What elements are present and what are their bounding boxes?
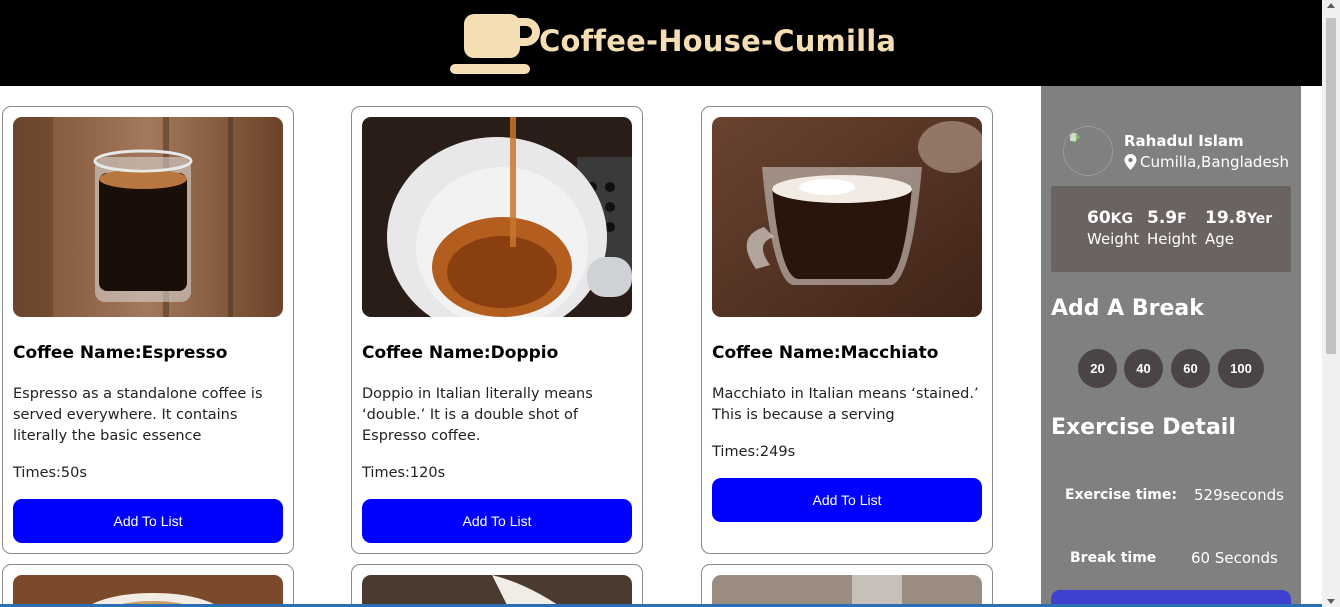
break-time-value: 60 Seconds [1191, 549, 1278, 567]
break-time-label: Break time [1070, 550, 1157, 566]
coffee-card [2, 564, 294, 607]
scroll-thumb[interactable] [1326, 18, 1336, 354]
break-option-40[interactable]: 40 [1124, 349, 1163, 388]
sidebar: Rahadul Islam Cumilla,Bangladesh 60KG We… [1041, 86, 1301, 607]
site-title: Coffee-House-Cumilla [539, 24, 897, 58]
coffee-name: Coffee Name:Espresso [13, 343, 228, 363]
coffee-card-doppio: Coffee Name:Doppio Doppio in Italian lit… [351, 106, 643, 554]
user-name: Rahadul Islam [1124, 132, 1244, 150]
avatar [1063, 126, 1113, 176]
coffee-name: Coffee Name:Doppio [362, 343, 559, 363]
coffee-time: Times:120s [362, 465, 446, 481]
coffee-time: Times:249s [712, 444, 796, 460]
break-option-60[interactable]: 60 [1171, 349, 1210, 388]
user-location-text: Cumilla,Bangladesh [1140, 153, 1289, 171]
add-break-title: Add A Break [1051, 296, 1204, 321]
stat-unit: F [1177, 211, 1187, 227]
coffee-card [351, 564, 643, 607]
site-header: Coffee-House-Cumilla [0, 0, 1322, 86]
coffee-cup-icon [450, 14, 540, 74]
stat-value: 60 [1087, 208, 1111, 228]
add-to-list-button[interactable]: Add To List [712, 478, 982, 522]
stat-age: 19.8Yer Age [1205, 208, 1272, 248]
coffee-description: Espresso as a standalone coffee is serve… [13, 386, 263, 444]
break-option-100[interactable]: 100 [1218, 349, 1264, 388]
stat-value: 5.9 [1147, 208, 1178, 228]
stat-height: 5.9F Height [1147, 208, 1197, 248]
user-location: Cumilla,Bangladesh [1124, 153, 1289, 171]
coffee-name: Coffee Name:Macchiato [712, 343, 939, 363]
scroll-up-arrow-icon[interactable] [1327, 3, 1335, 8]
coffee-description: Doppio in Italian literally means ‘doubl… [362, 386, 593, 444]
coffee-image-doppio [362, 117, 632, 317]
scroll-down-arrow-icon[interactable] [1327, 599, 1335, 604]
profile-stats: 60KG Weight 5.9F Height 19.8Yer Age [1051, 186, 1291, 272]
exercise-time-value: 529seconds [1194, 486, 1284, 504]
stat-value: 19.8 [1205, 208, 1247, 228]
stat-label: Height [1147, 230, 1197, 248]
stat-weight: 60KG Weight [1087, 208, 1139, 248]
coffee-time: Times:50s [13, 465, 87, 481]
coffee-description: Macchiato in Italian means ‘stained.’ Th… [712, 386, 979, 423]
coffee-card-macchiato: Coffee Name:Macchiato Macchiato in Itali… [701, 106, 993, 554]
break-option-20[interactable]: 20 [1078, 349, 1117, 388]
stat-unit: Yer [1246, 211, 1273, 227]
stat-label: Weight [1087, 230, 1140, 248]
coffee-image [13, 575, 283, 607]
vertical-scrollbar[interactable] [1322, 0, 1340, 607]
exercise-time-label: Exercise time: [1065, 487, 1177, 503]
coffee-card-espresso: Coffee Name:Espresso Espresso as a stand… [2, 106, 294, 554]
coffee-image-espresso [13, 117, 283, 317]
add-to-list-button[interactable]: Add To List [362, 499, 632, 543]
exercise-detail-title: Exercise Detail [1051, 415, 1236, 440]
coffee-image-macchiato [712, 117, 982, 317]
add-to-list-button[interactable]: Add To List [13, 499, 283, 543]
location-pin-icon [1124, 154, 1137, 170]
coffee-image [362, 575, 632, 607]
stat-unit: KG [1110, 211, 1134, 227]
stat-label: Age [1205, 230, 1235, 248]
coffee-card [701, 564, 993, 607]
coffee-image [712, 575, 982, 607]
